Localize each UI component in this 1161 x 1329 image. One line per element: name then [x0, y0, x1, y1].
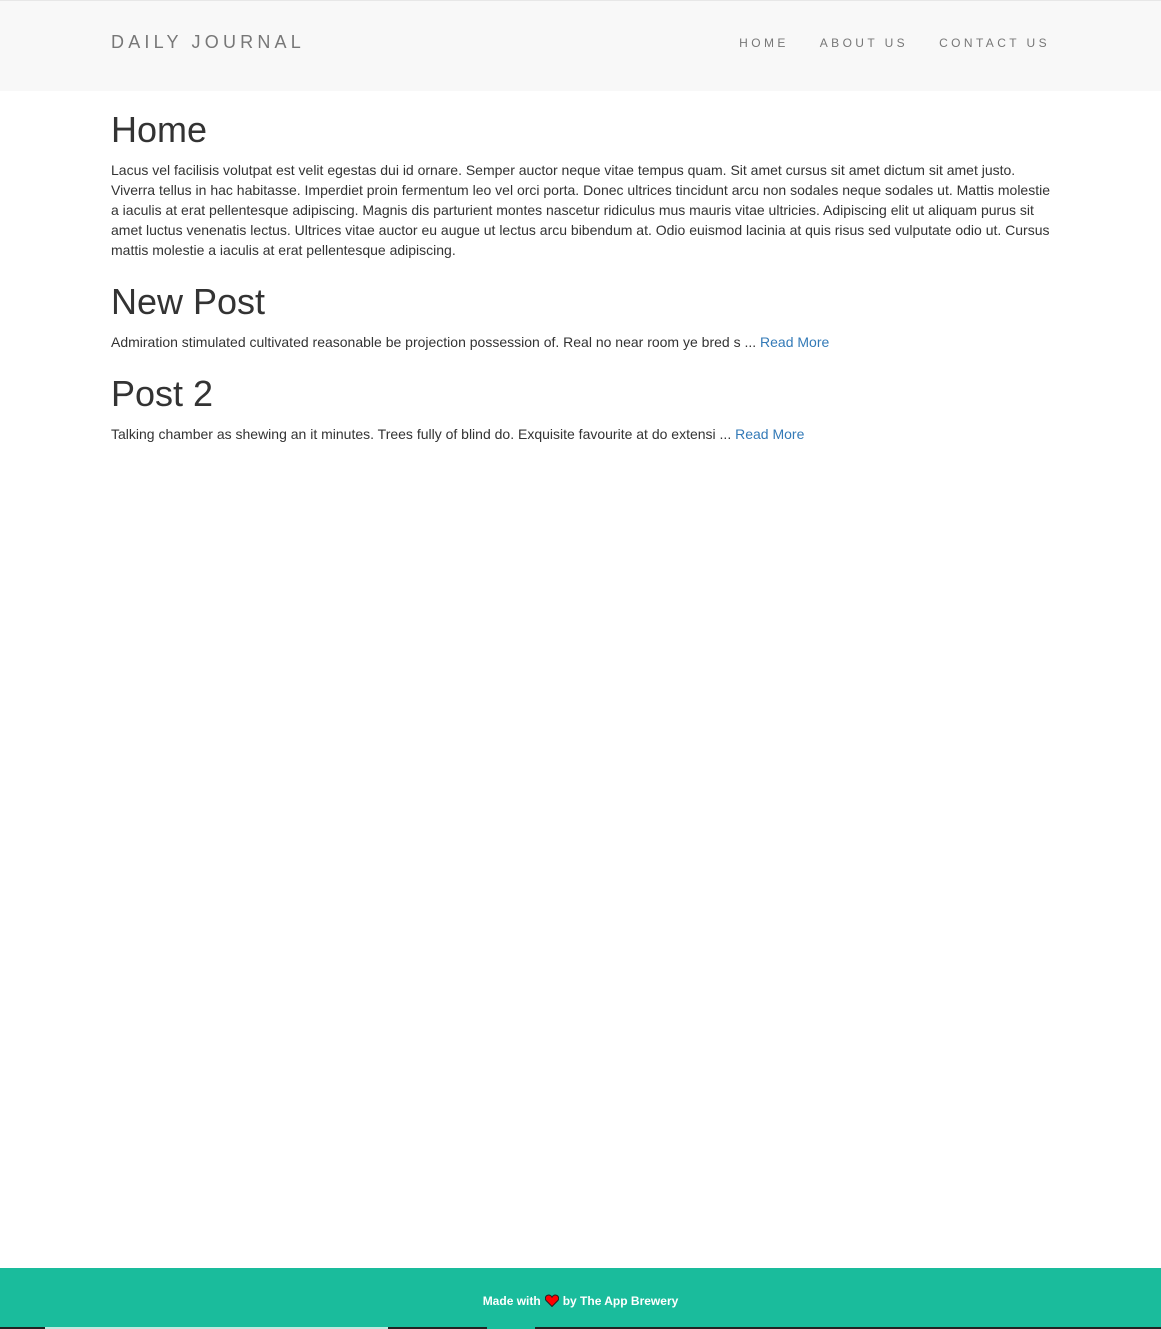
nav-link-about-us[interactable]: ABOUT US — [820, 36, 908, 50]
post-title: Post 2 — [111, 373, 214, 414]
nav-links: HOME ABOUT US CONTACT US — [739, 34, 1050, 52]
footer-made-with: Made with — [482, 1294, 541, 1308]
footer-by: by The App Brewery — [562, 1294, 679, 1308]
post-excerpt-text: Admiration stimulated cultivated reasona… — [111, 334, 761, 350]
nav-item-contact: CONTACT US — [939, 34, 1050, 52]
post-excerpt: Talking chamber as shewing an it minutes… — [111, 424, 1051, 444]
nav-link-home[interactable]: HOME — [739, 36, 789, 50]
home-content: Lacus vel facilisis volutpat est velit e… — [111, 162, 1050, 258]
nav-item-home: HOME — [739, 34, 789, 52]
nav-item-about: ABOUT US — [820, 34, 908, 52]
main-content: Home Lacus vel facilisis volutpat est ve… — [111, 107, 1051, 463]
post-item: New Post Admiration stimulated cultivate… — [111, 279, 1051, 352]
post-excerpt: Admiration stimulated cultivated reasona… — [111, 332, 1051, 352]
heart-icon — [544, 1294, 559, 1311]
nav-link-contact-us[interactable]: CONTACT US — [939, 36, 1050, 50]
footer: Made with by The App Brewery — [0, 1268, 1161, 1329]
brand-logo-link[interactable]: DAILY JOURNAL — [111, 32, 305, 52]
page-title: Home — [111, 109, 208, 150]
footer-credit: Made with by The App Brewery — [0, 1293, 1161, 1311]
post-title: New Post — [111, 281, 266, 322]
read-more-link[interactable]: Read More — [735, 426, 804, 442]
navbar: DAILY JOURNAL HOME ABOUT US CONTACT US — [0, 0, 1161, 91]
post-excerpt-text: Talking chamber as shewing an it minutes… — [111, 426, 736, 442]
read-more-link[interactable]: Read More — [760, 334, 829, 350]
post-item: Post 2 Talking chamber as shewing an it … — [111, 371, 1051, 444]
